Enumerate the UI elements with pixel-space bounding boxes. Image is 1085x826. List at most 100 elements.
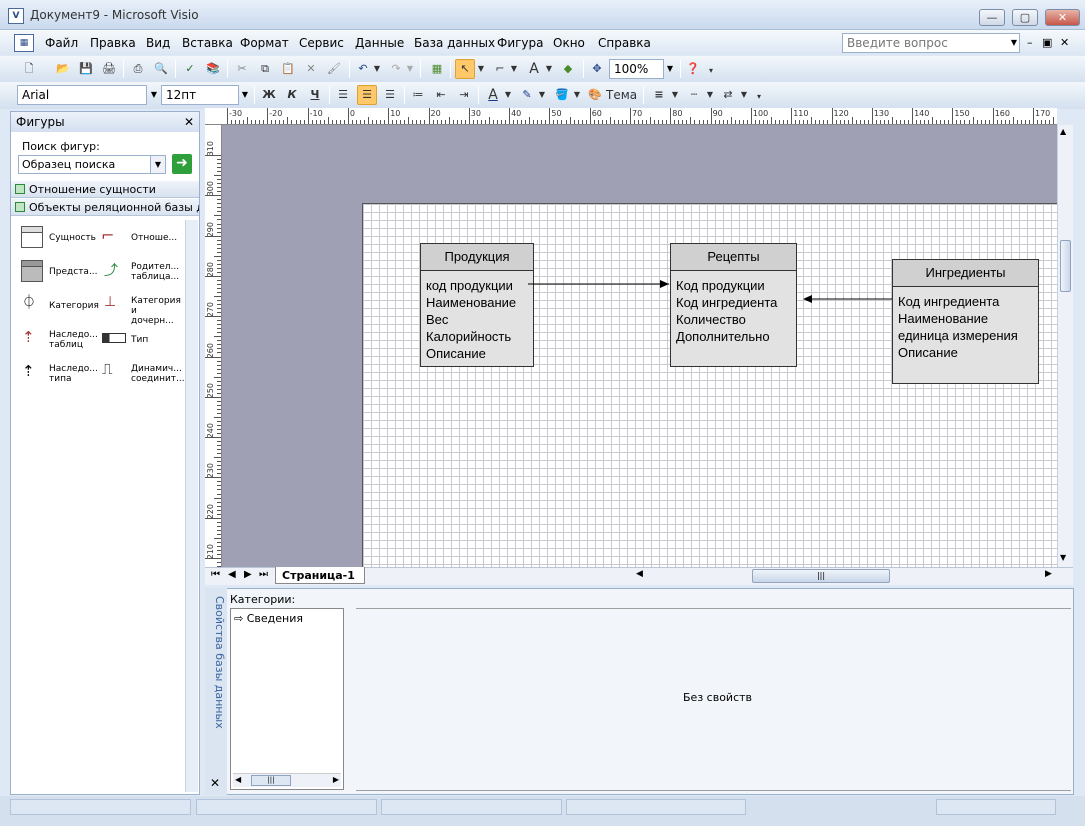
bold-button[interactable]: Ж — [260, 86, 278, 104]
close-button[interactable]: ✕ — [1045, 9, 1080, 26]
vscroll-thumb[interactable] — [1060, 240, 1071, 292]
undo-icon[interactable]: ↶ — [355, 60, 371, 78]
scroll-right-icon[interactable]: ▶ — [333, 775, 339, 784]
font-size-combo[interactable]: 12пт — [161, 85, 239, 105]
prev-page-icon[interactable]: ◀ — [228, 569, 236, 580]
doc-restore-icon[interactable]: ▣ — [1042, 36, 1052, 49]
line-ends-icon[interactable]: ⇄ — [718, 86, 738, 104]
redo-icon[interactable]: ↷ — [388, 60, 404, 78]
shape-inheritance-type-label[interactable]: Наследо... типа — [49, 364, 99, 384]
categories-list[interactable]: ◀ ||| ▶ — [230, 608, 344, 790]
align-right-icon[interactable]: ☰ — [381, 86, 399, 104]
last-page-icon[interactable]: ⏭ — [259, 569, 268, 580]
font-color-dropdown-icon[interactable]: ▼ — [504, 86, 512, 104]
search-dropdown-icon[interactable]: ▼ — [150, 156, 165, 173]
category-shape-icon[interactable]: ⏀ — [22, 296, 44, 310]
line-color-icon[interactable]: ✎ — [518, 86, 536, 104]
menu-view[interactable]: Вид — [146, 36, 170, 50]
drawing-canvas[interactable]: Продукция код продукции Наименование Вес… — [222, 125, 1057, 567]
bullets-icon[interactable]: ≔ — [409, 86, 427, 104]
undo-dropdown-icon[interactable]: ▼ — [373, 60, 381, 78]
categories-hscroll-thumb[interactable]: ||| — [251, 775, 291, 786]
scroll-left-icon[interactable]: ◀ — [235, 775, 241, 784]
shape-parent-table-label[interactable]: Родител... таблица... — [131, 262, 181, 282]
shape-inheritance-table-label[interactable]: Наследо... таблиц — [49, 330, 99, 350]
stencil-relational-db[interactable]: Объекты реляционной базы да... — [11, 199, 199, 216]
font-combo[interactable]: Arial — [17, 85, 147, 105]
align-left-icon[interactable]: ☰ — [334, 86, 352, 104]
vertical-ruler[interactable]: 310 300 290 280 270 260 250 240 230 220 210 — [205, 125, 222, 567]
font-size-dropdown-icon[interactable]: ▼ — [239, 85, 251, 105]
format-painter-icon[interactable]: 🖌 — [325, 60, 343, 78]
menu-data[interactable]: Данные — [355, 36, 404, 50]
pan-zoom-icon[interactable]: ✥ — [588, 60, 606, 78]
toolbar-options-icon[interactable]: ▾ — [706, 62, 716, 80]
horizontal-ruler[interactable]: -30 -20 -10 0 10 20 30 40 50 60 70 80 90 100 110 120 130… — [205, 108, 1057, 125]
print-preview-icon[interactable]: 🔍 — [152, 60, 170, 78]
shapes-close-icon[interactable]: ✕ — [184, 115, 194, 129]
menu-shape[interactable]: Фигура — [497, 36, 544, 50]
stencil-entity-relationship[interactable]: Отношение сущности — [11, 181, 199, 198]
menu-help[interactable]: Справка — [598, 36, 651, 50]
decrease-indent-icon[interactable]: ⇤ — [432, 86, 450, 104]
entity-shape-icon[interactable] — [21, 226, 43, 248]
zoom-combo[interactable]: 100% — [609, 59, 664, 79]
shape-category-label[interactable]: Категория — [49, 301, 99, 311]
hscroll-thumb[interactable]: ||| — [752, 569, 890, 583]
menu-window[interactable]: Окно — [553, 36, 585, 50]
spelling-icon[interactable]: ✓ — [181, 60, 199, 78]
menu-tools[interactable]: Сервис — [299, 36, 344, 50]
redo-dropdown-icon[interactable]: ▼ — [406, 60, 414, 78]
save-icon[interactable]: 💾 — [77, 60, 95, 78]
help-dropdown-icon[interactable]: ▼ — [1008, 33, 1020, 53]
inheritance-type-shape-icon[interactable]: ⇡ — [22, 362, 44, 384]
toolbar-options-icon[interactable]: ▾ — [754, 88, 764, 106]
canvas-vertical-scrollbar[interactable]: ▲ ▼ — [1057, 125, 1073, 567]
shape-dynamic-connector-label[interactable]: Динамич... соединит... — [131, 364, 185, 384]
menu-edit[interactable]: Правка — [90, 36, 136, 50]
text-tool-icon[interactable]: A — [525, 60, 543, 78]
first-page-icon[interactable]: ⏮ — [211, 569, 220, 580]
line-pattern-dropdown-icon[interactable]: ▼ — [706, 86, 714, 104]
db-properties-close-icon[interactable]: ✕ — [210, 776, 220, 790]
menu-format[interactable]: Формат — [240, 36, 289, 50]
category-item[interactable]: ⇨ Сведения — [234, 612, 303, 625]
help-icon[interactable]: ❓ — [684, 60, 702, 78]
line-pattern-icon[interactable]: ┄ — [684, 86, 704, 104]
pointer-tool-icon[interactable]: ↖ — [455, 59, 475, 79]
doc-minimize-icon[interactable]: – — [1027, 36, 1033, 49]
font-color-icon[interactable]: A — [484, 86, 502, 104]
new-icon[interactable]: 🗋 — [20, 60, 38, 78]
shape-type-label[interactable]: Тип — [131, 335, 148, 345]
relationship-shape-icon[interactable]: ⌐ — [101, 226, 125, 248]
menu-database[interactable]: База данных — [414, 36, 495, 50]
fill-color-icon[interactable]: 🪣 — [553, 86, 571, 104]
print-icon[interactable]: ⎙ — [129, 60, 147, 78]
parent-table-shape-icon[interactable]: ⤴ — [104, 260, 126, 282]
shapes-window-icon[interactable]: ▦ — [428, 60, 446, 78]
line-weight-dropdown-icon[interactable]: ▼ — [671, 86, 679, 104]
increase-indent-icon[interactable]: ⇥ — [455, 86, 473, 104]
cut-icon[interactable]: ✂ — [233, 60, 251, 78]
theme-button[interactable]: Тема — [606, 86, 640, 104]
open-icon[interactable]: 📂 — [54, 60, 72, 78]
scroll-right-icon[interactable]: ▶ — [1045, 569, 1052, 579]
shape-relationship-label[interactable]: Отноше... — [131, 233, 177, 243]
menu-file[interactable]: Файл — [45, 36, 78, 50]
line-weight-icon[interactable]: ≡ — [649, 86, 669, 104]
document-icon[interactable]: ▦ — [14, 34, 34, 52]
shape-entity-label[interactable]: Сущность — [49, 233, 96, 243]
copy-icon[interactable]: ⧉ — [256, 60, 274, 78]
underline-button[interactable]: Ч — [306, 86, 324, 104]
minimize-button[interactable]: — — [979, 9, 1005, 26]
font-dropdown-icon[interactable]: ▼ — [148, 85, 160, 105]
align-center-icon[interactable]: ☰ — [357, 85, 377, 105]
categories-hscroll[interactable]: ◀ ||| ▶ — [233, 773, 341, 787]
doc-close-icon[interactable]: ✕ — [1060, 36, 1069, 49]
fill-color-dropdown-icon[interactable]: ▼ — [573, 86, 581, 104]
italic-button[interactable]: К — [283, 86, 301, 104]
paste-icon[interactable]: 📋 — [279, 60, 297, 78]
permission-icon[interactable]: 🖨 — [100, 60, 118, 78]
page-tab[interactable]: Страница-1 — [275, 567, 365, 584]
menu-insert[interactable]: Вставка — [182, 36, 233, 50]
